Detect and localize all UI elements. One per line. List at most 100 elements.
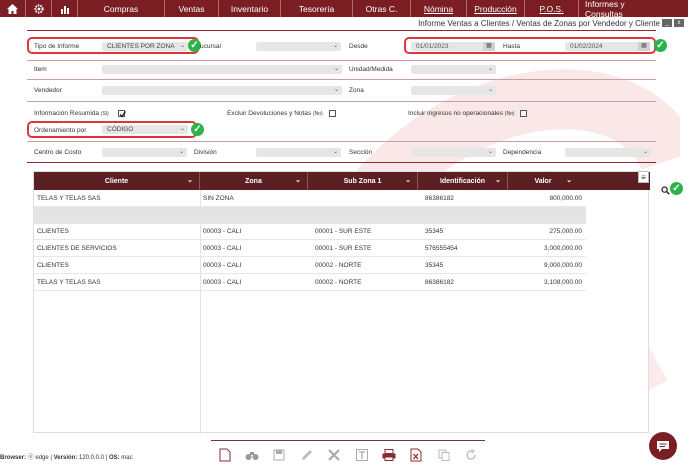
- info-resumida-label: Información Resumida (Si): [34, 110, 109, 117]
- column-label: Zona: [245, 177, 262, 185]
- cell-cliente: CLIENTES: [37, 227, 69, 235]
- edge-icon: ⓔ: [27, 455, 34, 461]
- chevron-down-icon: ⌄: [487, 87, 493, 93]
- gear-icon: [33, 3, 44, 14]
- column-header-cliente[interactable]: Cliente ⌄: [34, 172, 200, 190]
- excluir-checkbox[interactable]: [329, 110, 336, 117]
- checkmark-icon: ✓: [670, 182, 683, 195]
- checkmark-icon: ✓: [191, 123, 204, 136]
- minimize-button[interactable]: _: [662, 19, 672, 27]
- column-header-valor[interactable]: Valor ⌄: [508, 172, 578, 190]
- table-row[interactable]: CLIENTES 00003 - CALI 00001 - SUR ESTE 3…: [34, 223, 586, 240]
- table-row[interactable]: TELAS Y TELAS SAS SIN ZONA 86386182 800,…: [34, 190, 586, 207]
- table-row[interactable]: CLIENTES 00003 - CALI 00002 - NORTE 3534…: [34, 257, 586, 274]
- menu-compras[interactable]: Compras: [78, 0, 165, 17]
- vendedor-label: Vendedor: [34, 87, 62, 94]
- table-row[interactable]: TELAS Y TELAS SAS 00003 - CALI 00002 - N…: [34, 274, 586, 291]
- excel-export-button[interactable]: [408, 447, 424, 463]
- delete-button[interactable]: [326, 447, 342, 463]
- search-records-button[interactable]: [244, 447, 260, 463]
- seccion-select[interactable]: ⌄: [411, 148, 496, 157]
- chevron-down-icon: ⌄: [332, 149, 338, 155]
- home-button[interactable]: [0, 0, 26, 17]
- item-select[interactable]: ⌄: [102, 65, 342, 74]
- save-button[interactable]: [271, 447, 287, 463]
- chevron-down-icon: ⌄: [295, 177, 301, 184]
- grid-menu-button[interactable]: ≡: [638, 171, 649, 183]
- incluir-hint: (No): [504, 111, 515, 117]
- incluir-text: Incluir ingresos no operacionales: [408, 110, 504, 117]
- menu-tesoreria[interactable]: Tesorería: [281, 0, 353, 17]
- sucursal-label: ucursal: [200, 43, 221, 50]
- cell-subzona: 00001 - SUR ESTE: [315, 244, 372, 252]
- excluir-text: Excluir Devoluciones y Notas: [227, 110, 312, 117]
- item-label: Item: [34, 66, 47, 73]
- print-button[interactable]: [381, 447, 397, 463]
- menu-pos[interactable]: P.O.S.: [525, 0, 579, 17]
- form-top-line: [27, 30, 656, 31]
- vendedor-select[interactable]: ⌄: [102, 86, 342, 95]
- unidad-label: Unidad/Medida: [349, 66, 393, 73]
- excel-icon: [410, 448, 422, 462]
- window-title: Informe Ventas a Clientes / Ventas de Zo…: [418, 19, 660, 28]
- menu-nomina[interactable]: Nómina: [411, 0, 467, 17]
- chevron-down-icon: ⌄: [487, 149, 493, 155]
- os-value: mac: [121, 455, 133, 461]
- browser-value: edge: [35, 455, 49, 461]
- check-mark-icon: [119, 111, 127, 118]
- chevron-down-icon: ⌄: [332, 43, 338, 49]
- menu-produccion[interactable]: Producción: [467, 0, 525, 17]
- cell-zona: 00003 - CALI: [203, 244, 242, 252]
- highlight-dates: [404, 37, 656, 54]
- divider: [27, 101, 656, 102]
- dependencia-label: Dependencia: [503, 149, 542, 156]
- menu-informes[interactable]: Informes y Consultas: [579, 0, 663, 19]
- column-header-zona[interactable]: Zona ⌄: [200, 172, 308, 190]
- info-resumida-hint: (Si): [100, 111, 109, 117]
- zona-select[interactable]: ⌄: [411, 86, 496, 95]
- cell-zona: 00003 - CALI: [203, 261, 242, 269]
- form-bottom-line: [27, 162, 656, 163]
- delete-icon: [328, 449, 341, 461]
- column-header-identificacion[interactable]: Identificación ⌄: [418, 172, 508, 190]
- division-select[interactable]: ⌄: [256, 148, 341, 157]
- incluir-checkbox[interactable]: [520, 110, 527, 117]
- grid-search-button[interactable]: [661, 186, 670, 197]
- column-label: Sub Zona 1: [343, 177, 382, 185]
- copy-button[interactable]: [436, 447, 452, 463]
- menu-icon: ≡: [641, 172, 646, 182]
- menu-ventas[interactable]: Ventas: [165, 0, 219, 17]
- chat-icon: [657, 440, 669, 452]
- browser-info: Browser: ⓔ edge | Versión: 120.0.0.0 | O…: [0, 455, 133, 461]
- chat-button[interactable]: [649, 432, 677, 460]
- close-button[interactable]: x: [674, 19, 684, 27]
- table-row[interactable]: [34, 207, 586, 224]
- table-row[interactable]: CLIENTES DE SERVICIOS 00003 - CALI 00001…: [34, 240, 586, 257]
- new-document-icon: [219, 448, 231, 462]
- column-header-subzona[interactable]: Sub Zona 1 ⌄: [308, 172, 418, 190]
- centro-costo-label: Centro de Costo: [34, 149, 82, 156]
- charts-button[interactable]: [52, 0, 78, 17]
- new-document-button[interactable]: [217, 447, 233, 463]
- cell-valor: 9,000,000.00: [544, 261, 582, 269]
- top-nav: Compras Ventas Inventario Tesorería Otra…: [0, 0, 688, 19]
- edit-button[interactable]: [299, 447, 315, 463]
- unidad-select[interactable]: ⌄: [411, 65, 496, 74]
- sucursal-select[interactable]: ⌄: [256, 42, 341, 51]
- settings-button[interactable]: [26, 0, 52, 17]
- excluir-label: Excluir Devoluciones y Notas (No): [227, 110, 323, 117]
- grid-header: Cliente ⌄ Zona ⌄ Sub Zona 1 ⌄ Identificació…: [34, 172, 650, 190]
- checkmark-icon: ✓: [654, 39, 667, 52]
- os-label: OS:: [108, 455, 120, 461]
- refresh-button[interactable]: [463, 447, 479, 463]
- menu-inventario[interactable]: Inventario: [219, 0, 281, 17]
- chevron-down-icon: ⌄: [405, 177, 411, 184]
- chevron-down-icon: ⌄: [333, 66, 339, 72]
- info-resumida-checkbox[interactable]: [118, 110, 127, 118]
- cell-zona: 00003 - CALI: [203, 227, 242, 235]
- info-resumida-text: Información Resumida: [34, 110, 100, 117]
- text-button[interactable]: [354, 447, 370, 463]
- menu-otras[interactable]: Otras C.: [353, 0, 411, 17]
- centro-costo-select[interactable]: ⌄: [102, 148, 187, 157]
- dependencia-select[interactable]: ⌄: [565, 148, 651, 157]
